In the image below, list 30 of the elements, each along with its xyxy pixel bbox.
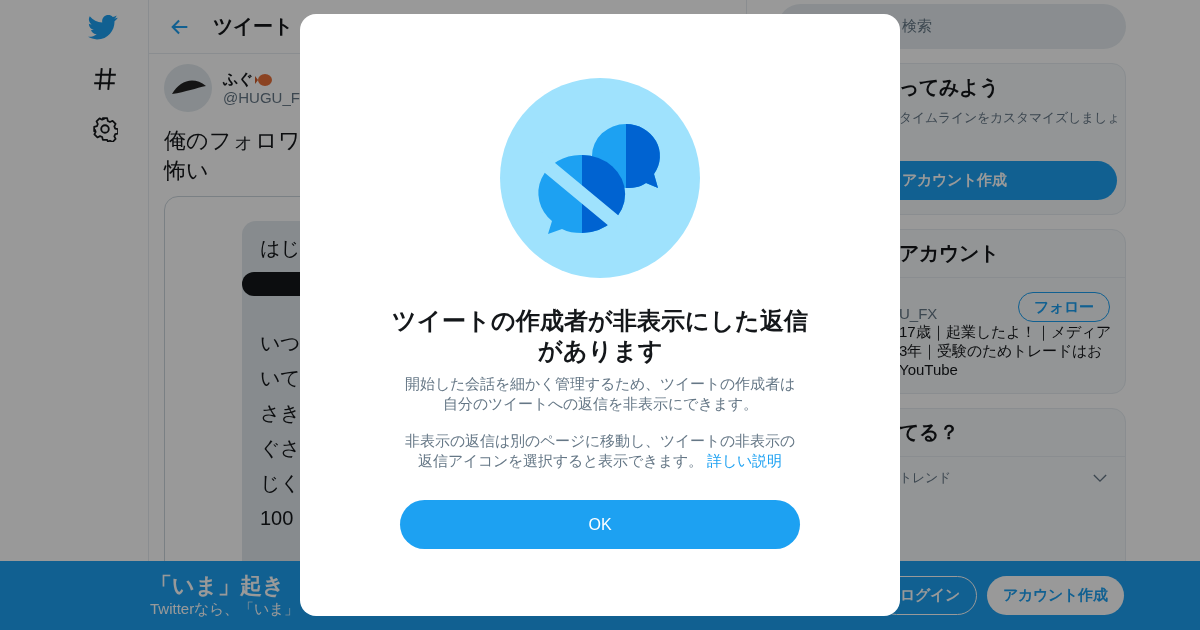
message-text: ぐさ: [259, 436, 300, 461]
chevron-down-icon[interactable]: [1093, 473, 1107, 483]
dialog-title: ツイートの作成者が非表示にした返信があります: [391, 306, 809, 366]
message-text: さき: [259, 401, 300, 426]
message-text: いて: [259, 366, 300, 391]
ok-button[interactable]: OK: [400, 500, 800, 549]
message-text: 100: [259, 506, 294, 531]
fish-icon: [255, 72, 275, 87]
user-bio: 17歳｜起業したよ！｜メディア: [899, 322, 1111, 341]
user-bio: 3年｜受験のためトレードはお: [899, 341, 1103, 360]
card-text: タイムラインをカスタマイズしましょ: [898, 109, 1120, 127]
trends-label: トレンド: [899, 469, 951, 487]
hidden-replies-icon: [500, 78, 700, 278]
settings-icon[interactable]: [92, 116, 118, 142]
message-text: はじ: [259, 236, 300, 261]
avatar-icon[interactable]: [164, 64, 212, 112]
user-handle[interactable]: @HUGU_F: [223, 89, 300, 106]
message-text: じく: [259, 471, 300, 496]
tweet-text: 俺のフォロワ: [164, 127, 301, 155]
user-handle[interactable]: U_FX: [899, 304, 938, 322]
user-bio: YouTube: [899, 360, 958, 379]
hashtag-icon[interactable]: [92, 66, 118, 92]
tweet-text: 怖い: [164, 157, 209, 185]
user-name[interactable]: ふぐ: [223, 70, 253, 89]
banner-title: 「いま」起き: [150, 572, 286, 600]
sign-up-button[interactable]: アカウント作成: [987, 576, 1124, 615]
banner-subtitle: Twitterなら、「いま」: [150, 600, 300, 619]
page-title: ツイート: [213, 14, 293, 39]
card-title: ってみよう: [898, 75, 999, 100]
message-text: いつ: [259, 331, 300, 356]
